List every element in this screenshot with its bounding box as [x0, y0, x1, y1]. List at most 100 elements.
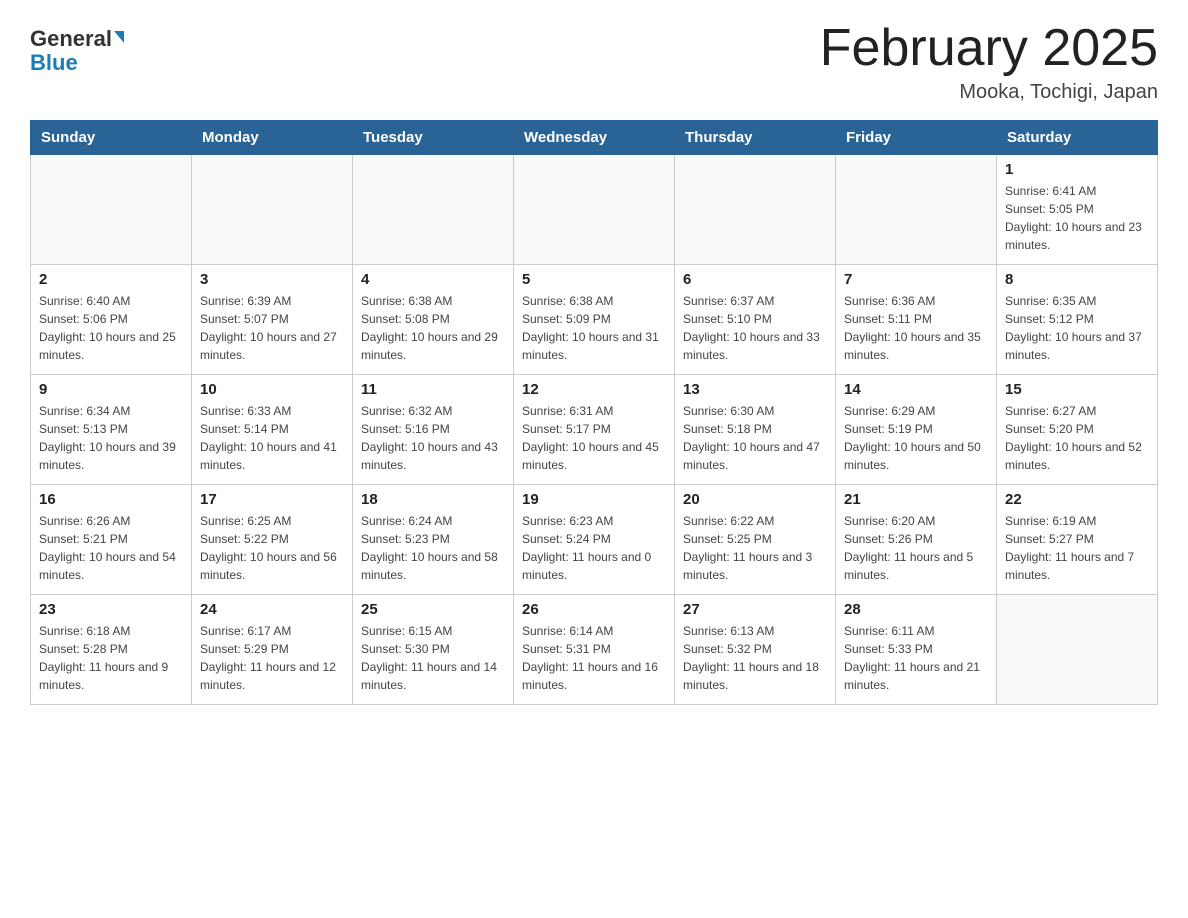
day-number: 18	[361, 491, 505, 508]
day-info: Sunrise: 6:15 AMSunset: 5:30 PMDaylight:…	[361, 622, 505, 694]
day-info: Sunrise: 6:14 AMSunset: 5:31 PMDaylight:…	[522, 622, 666, 694]
calendar-day-cell: 20 Sunrise: 6:22 AMSunset: 5:25 PMDayligh…	[675, 485, 836, 595]
day-info: Sunrise: 6:38 AMSunset: 5:09 PMDaylight:…	[522, 292, 666, 364]
calendar-day-cell: 21 Sunrise: 6:20 AMSunset: 5:26 PMDayligh…	[836, 485, 997, 595]
day-number: 26	[522, 601, 666, 618]
day-info: Sunrise: 6:25 AMSunset: 5:22 PMDaylight:…	[200, 512, 344, 584]
day-number: 27	[683, 601, 827, 618]
calendar-day-cell	[31, 155, 192, 265]
day-info: Sunrise: 6:19 AMSunset: 5:27 PMDaylight:…	[1005, 512, 1149, 584]
day-number: 8	[1005, 271, 1149, 288]
day-number: 21	[844, 491, 988, 508]
day-number: 11	[361, 381, 505, 398]
logo-blue-text: Blue	[30, 52, 78, 74]
calendar-day-cell	[192, 155, 353, 265]
day-info: Sunrise: 6:24 AMSunset: 5:23 PMDaylight:…	[361, 512, 505, 584]
day-of-week-header: Monday	[192, 121, 353, 155]
calendar-day-cell: 19 Sunrise: 6:23 AMSunset: 5:24 PMDayligh…	[514, 485, 675, 595]
calendar-day-cell: 8 Sunrise: 6:35 AMSunset: 5:12 PMDaylight…	[997, 265, 1158, 375]
calendar-day-cell: 5 Sunrise: 6:38 AMSunset: 5:09 PMDaylight…	[514, 265, 675, 375]
calendar-day-cell: 14 Sunrise: 6:29 AMSunset: 5:19 PMDayligh…	[836, 375, 997, 485]
calendar-day-cell: 12 Sunrise: 6:31 AMSunset: 5:17 PMDayligh…	[514, 375, 675, 485]
calendar-week-row: 1 Sunrise: 6:41 AMSunset: 5:05 PMDaylight…	[31, 155, 1158, 265]
day-info: Sunrise: 6:22 AMSunset: 5:25 PMDaylight:…	[683, 512, 827, 584]
calendar-day-cell: 17 Sunrise: 6:25 AMSunset: 5:22 PMDayligh…	[192, 485, 353, 595]
day-of-week-header: Wednesday	[514, 121, 675, 155]
day-of-week-header: Sunday	[31, 121, 192, 155]
day-number: 14	[844, 381, 988, 398]
calendar-week-row: 23Sunrise: 6:18 AMSunset: 5:28 PMDayligh…	[31, 595, 1158, 705]
day-info: Sunrise: 6:26 AMSunset: 5:21 PMDaylight:…	[39, 512, 183, 584]
calendar-day-cell: 24Sunrise: 6:17 AMSunset: 5:29 PMDayligh…	[192, 595, 353, 705]
calendar-day-cell: 23Sunrise: 6:18 AMSunset: 5:28 PMDayligh…	[31, 595, 192, 705]
day-info: Sunrise: 6:11 AMSunset: 5:33 PMDaylight:…	[844, 622, 988, 694]
calendar-day-cell: 9Sunrise: 6:34 AMSunset: 5:13 PMDaylight…	[31, 375, 192, 485]
day-number: 17	[200, 491, 344, 508]
calendar-day-cell	[514, 155, 675, 265]
calendar-header-row: SundayMondayTuesdayWednesdayThursdayFrid…	[31, 121, 1158, 155]
calendar-day-cell: 7 Sunrise: 6:36 AMSunset: 5:11 PMDaylight…	[836, 265, 997, 375]
day-of-week-header: Friday	[836, 121, 997, 155]
day-info: Sunrise: 6:27 AMSunset: 5:20 PMDaylight:…	[1005, 402, 1149, 474]
day-number: 23	[39, 601, 183, 618]
calendar-day-cell	[997, 595, 1158, 705]
day-number: 3	[200, 271, 344, 288]
day-number: 5	[522, 271, 666, 288]
calendar-day-cell: 22 Sunrise: 6:19 AMSunset: 5:27 PMDayligh…	[997, 485, 1158, 595]
day-of-week-header: Thursday	[675, 121, 836, 155]
day-number: 9	[39, 381, 183, 398]
day-info: Sunrise: 6:39 AMSunset: 5:07 PMDaylight:…	[200, 292, 344, 364]
day-info: Sunrise: 6:13 AMSunset: 5:32 PMDaylight:…	[683, 622, 827, 694]
day-number: 1	[1005, 161, 1149, 178]
day-number: 10	[200, 381, 344, 398]
day-info: Sunrise: 6:23 AMSunset: 5:24 PMDaylight:…	[522, 512, 666, 584]
day-number: 16	[39, 491, 183, 508]
calendar-day-cell: 3 Sunrise: 6:39 AMSunset: 5:07 PMDaylight…	[192, 265, 353, 375]
calendar-week-row: 2 Sunrise: 6:40 AMSunset: 5:06 PMDaylight…	[31, 265, 1158, 375]
day-number: 25	[361, 601, 505, 618]
day-number: 2	[39, 271, 183, 288]
calendar-day-cell	[353, 155, 514, 265]
calendar-day-cell: 4 Sunrise: 6:38 AMSunset: 5:08 PMDaylight…	[353, 265, 514, 375]
calendar-day-cell: 1 Sunrise: 6:41 AMSunset: 5:05 PMDaylight…	[997, 155, 1158, 265]
day-info: Sunrise: 6:37 AMSunset: 5:10 PMDaylight:…	[683, 292, 827, 364]
day-info: Sunrise: 6:41 AMSunset: 5:05 PMDaylight:…	[1005, 182, 1149, 254]
day-number: 20	[683, 491, 827, 508]
day-info: Sunrise: 6:29 AMSunset: 5:19 PMDaylight:…	[844, 402, 988, 474]
logo: General Blue	[30, 28, 124, 74]
day-number: 12	[522, 381, 666, 398]
calendar-day-cell: 2 Sunrise: 6:40 AMSunset: 5:06 PMDaylight…	[31, 265, 192, 375]
calendar-day-cell: 26 Sunrise: 6:14 AMSunset: 5:31 PMDayligh…	[514, 595, 675, 705]
month-title: February 2025	[820, 20, 1158, 77]
day-number: 4	[361, 271, 505, 288]
title-block: February 2025 Mooka, Tochigi, Japan	[820, 20, 1158, 104]
calendar-day-cell: 15 Sunrise: 6:27 AMSunset: 5:20 PMDayligh…	[997, 375, 1158, 485]
day-of-week-header: Tuesday	[353, 121, 514, 155]
calendar-day-cell: 6 Sunrise: 6:37 AMSunset: 5:10 PMDaylight…	[675, 265, 836, 375]
day-number: 19	[522, 491, 666, 508]
calendar-day-cell: 27 Sunrise: 6:13 AMSunset: 5:32 PMDayligh…	[675, 595, 836, 705]
day-info: Sunrise: 6:36 AMSunset: 5:11 PMDaylight:…	[844, 292, 988, 364]
day-info: Sunrise: 6:40 AMSunset: 5:06 PMDaylight:…	[39, 292, 183, 364]
calendar-table: SundayMondayTuesdayWednesdayThursdayFrid…	[30, 120, 1158, 705]
logo-general-text: General	[30, 28, 112, 50]
day-number: 13	[683, 381, 827, 398]
day-number: 22	[1005, 491, 1149, 508]
calendar-day-cell: 28Sunrise: 6:11 AMSunset: 5:33 PMDayligh…	[836, 595, 997, 705]
day-number: 6	[683, 271, 827, 288]
day-number: 24	[200, 601, 344, 618]
day-info: Sunrise: 6:33 AMSunset: 5:14 PMDaylight:…	[200, 402, 344, 474]
calendar-week-row: 9Sunrise: 6:34 AMSunset: 5:13 PMDaylight…	[31, 375, 1158, 485]
calendar-day-cell	[836, 155, 997, 265]
calendar-day-cell	[675, 155, 836, 265]
day-info: Sunrise: 6:20 AMSunset: 5:26 PMDaylight:…	[844, 512, 988, 584]
day-info: Sunrise: 6:31 AMSunset: 5:17 PMDaylight:…	[522, 402, 666, 474]
day-number: 7	[844, 271, 988, 288]
day-info: Sunrise: 6:38 AMSunset: 5:08 PMDaylight:…	[361, 292, 505, 364]
day-info: Sunrise: 6:35 AMSunset: 5:12 PMDaylight:…	[1005, 292, 1149, 364]
day-number: 15	[1005, 381, 1149, 398]
location-title: Mooka, Tochigi, Japan	[820, 81, 1158, 104]
day-info: Sunrise: 6:30 AMSunset: 5:18 PMDaylight:…	[683, 402, 827, 474]
calendar-day-cell: 25 Sunrise: 6:15 AMSunset: 5:30 PMDayligh…	[353, 595, 514, 705]
calendar-day-cell: 13 Sunrise: 6:30 AMSunset: 5:18 PMDayligh…	[675, 375, 836, 485]
